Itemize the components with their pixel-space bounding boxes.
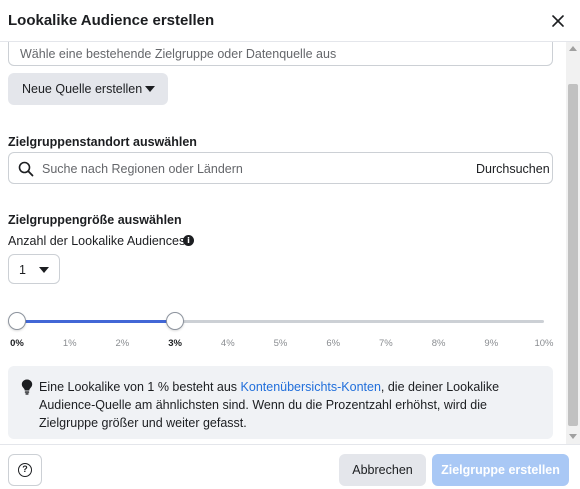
scrollbar[interactable] [566, 42, 580, 444]
dialog-header: Lookalike Audience erstellen [0, 0, 580, 42]
source-select-field[interactable]: Wähle eine bestehende Zielgruppe oder Da… [8, 42, 553, 66]
accounts-overview-link[interactable]: Kontenübersichts-Konten [241, 380, 381, 394]
info-icon[interactable]: i [183, 235, 194, 246]
slider-start-handle[interactable] [8, 312, 26, 330]
create-audience-button: Zielgruppe erstellen [432, 454, 569, 486]
info-text-part: Eine Lookalike von 1 % besteht aus [39, 380, 241, 394]
slider-tick-label: 3% [168, 338, 182, 349]
audience-size-slider[interactable]: 0% 1% 2% 3% 4% 5% 6% 7% 8% 9% 10% [0, 310, 566, 360]
cancel-button[interactable]: Abbrechen [339, 454, 426, 486]
slider-tick-label: 7% [379, 338, 393, 349]
slider-tick-label: 2% [115, 338, 130, 349]
caret-down-icon [39, 267, 49, 273]
scroll-down-icon[interactable] [569, 434, 577, 439]
slider-end-handle[interactable] [166, 312, 185, 330]
audience-count-value: 1 [19, 263, 26, 277]
search-icon [18, 161, 34, 177]
slider-tick-label: 5% [273, 338, 288, 349]
slider-range-fill [17, 320, 176, 323]
slider-tick-label: 0% [10, 338, 24, 349]
dialog-content: Wähle eine bestehende Zielgruppe oder Da… [0, 42, 566, 444]
close-icon [552, 15, 564, 27]
source-select-placeholder: Wähle eine bestehende Zielgruppe oder Da… [20, 47, 337, 61]
dialog-footer: ? Abbrechen Zielgruppe erstellen [0, 444, 580, 489]
size-section-title: Zielgruppengröße auswählen [8, 213, 182, 227]
close-button[interactable] [547, 10, 569, 32]
question-icon: ? [18, 463, 32, 477]
location-search-box[interactable]: Durchsuchen [8, 152, 553, 184]
help-button[interactable]: ? [8, 454, 42, 486]
dialog-title: Lookalike Audience erstellen [8, 12, 215, 29]
location-search-input[interactable] [42, 159, 442, 179]
slider-tick-label: 6% [326, 338, 341, 349]
slider-tick-label: 9% [484, 338, 499, 349]
new-source-label: Neue Quelle erstellen [22, 82, 143, 96]
caret-down-icon [145, 86, 155, 92]
info-text: Eine Lookalike von 1 % besteht aus Konte… [39, 378, 539, 432]
slider-tick-label: 10% [534, 338, 554, 349]
lightbulb-icon [21, 379, 33, 395]
location-section-title: Zielgruppenstandort auswählen [8, 135, 197, 149]
browse-button[interactable]: Durchsuchen [476, 162, 550, 176]
slider-tick-label: 4% [220, 338, 235, 349]
audience-count-label: Anzahl der Lookalike Audiences [8, 234, 186, 248]
audience-count-select[interactable]: 1 [8, 254, 60, 284]
slider-tick-label: 1% [62, 338, 77, 349]
info-box: Eine Lookalike von 1 % besteht aus Konte… [8, 366, 553, 439]
slider-tick-label: 8% [431, 338, 446, 349]
scrollbar-thumb[interactable] [568, 84, 578, 426]
scroll-up-icon[interactable] [569, 46, 577, 51]
new-source-button[interactable]: Neue Quelle erstellen [8, 73, 168, 105]
